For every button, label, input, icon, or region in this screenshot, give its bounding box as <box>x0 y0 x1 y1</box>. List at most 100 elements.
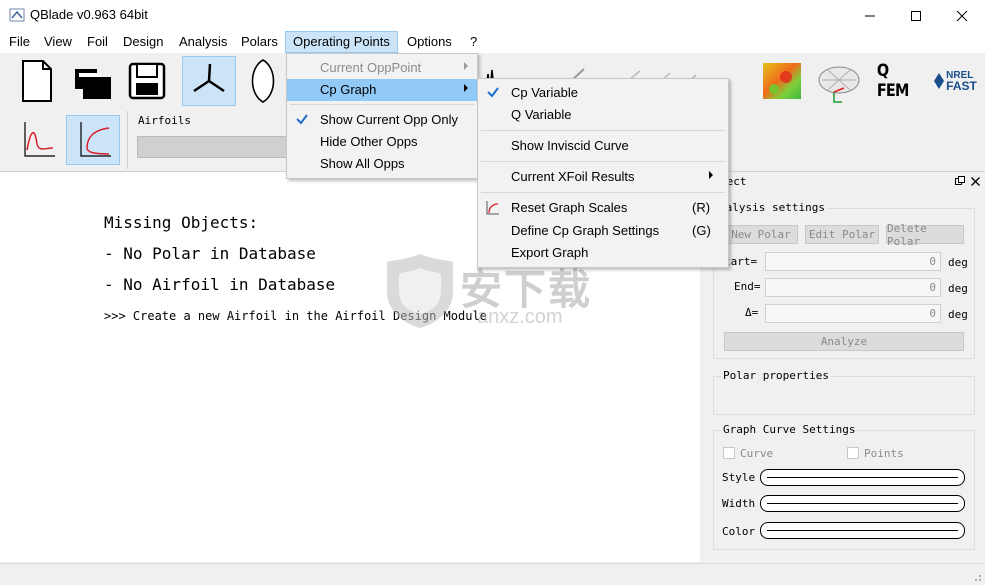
qfem-label: Q FEM <box>876 61 909 101</box>
style-selector[interactable] <box>760 469 965 486</box>
menu-cp-graph[interactable]: Cp Graph <box>287 79 477 101</box>
close-icon <box>956 10 968 21</box>
submenu-arrow-icon <box>464 84 468 92</box>
save-project-button[interactable] <box>122 56 172 106</box>
airfoil-shape-icon <box>251 59 275 103</box>
delta-label: Δ= <box>745 306 759 319</box>
width-label: Width <box>722 497 756 510</box>
curve-checkbox[interactable] <box>723 447 735 459</box>
minimize-icon <box>865 15 875 16</box>
menu-separator <box>481 161 725 162</box>
color-label: Color <box>722 525 756 538</box>
menu-show-inviscid-curve[interactable]: Show Inviscid Curve <box>478 135 728 157</box>
delta-alpha-field[interactable]: 0 <box>765 304 941 323</box>
wireframe-blade-icon <box>818 66 860 103</box>
heatmap-toolbar-button[interactable] <box>758 56 806 106</box>
analysis-dock: rect nalysis settings New Polar Edit Pol… <box>705 172 985 564</box>
menu-separator <box>481 192 725 193</box>
polar-properties-title: Polar properties <box>721 369 831 382</box>
new-project-button[interactable] <box>12 56 62 106</box>
reset-scales-icon <box>486 201 499 215</box>
wind-turbine-icon <box>193 63 225 93</box>
menu-cp-variable[interactable]: Cp Variable <box>478 82 728 104</box>
polar-view-button[interactable] <box>12 115 62 165</box>
status-bar <box>0 563 985 585</box>
points-checkbox[interactable] <box>847 447 859 459</box>
menu-analysis[interactable]: Analysis <box>179 34 227 49</box>
menu-define-cp-graph-settings[interactable]: Define Cp Graph Settings (G) <box>478 220 728 242</box>
resize-grip-icon[interactable] <box>970 570 982 582</box>
menu-help[interactable]: ? <box>470 34 477 49</box>
watermark-domain: anxz.com <box>477 306 563 328</box>
close-button[interactable] <box>939 0 985 31</box>
menu-current-opppoint[interactable]: Current OppPoint <box>287 57 477 79</box>
submenu-arrow-icon <box>464 62 468 70</box>
missing-polar-line: - No Polar in Database <box>104 244 316 263</box>
maximize-button[interactable] <box>893 0 939 31</box>
dock-header: rect <box>705 172 985 190</box>
menu-foil[interactable]: Foil <box>87 34 108 49</box>
graph-curve-settings-title: Graph Curve Settings <box>721 423 858 436</box>
missing-objects-title: Missing Objects: <box>104 213 259 232</box>
menu-polars[interactable]: Polars <box>241 34 278 49</box>
width-selector[interactable] <box>760 495 965 512</box>
new-polar-button[interactable]: New Polar <box>724 225 798 244</box>
minimize-button[interactable] <box>847 0 893 31</box>
mesh-toolbar-button[interactable] <box>812 56 866 106</box>
curve-label: Curve <box>740 447 774 460</box>
checkmark-icon <box>296 114 308 125</box>
menu-design[interactable]: Design <box>123 34 163 49</box>
heatmap-icon <box>763 63 801 99</box>
menu-show-current-opp-only[interactable]: Show Current Opp Only <box>287 109 477 131</box>
cp-graph-icon <box>80 122 111 157</box>
title-bar: QBlade v0.963 64bit <box>0 0 985 31</box>
save-icon <box>128 62 166 100</box>
menu-view[interactable]: View <box>44 34 72 49</box>
airfoil-module-button[interactable] <box>238 56 288 106</box>
menu-export-graph[interactable]: Export Graph <box>478 242 728 264</box>
open-folder-icon <box>75 69 111 99</box>
nrel-logo-icon <box>934 73 945 89</box>
menu-separator <box>290 104 474 105</box>
airfoil-selector[interactable] <box>137 136 289 158</box>
qfem-button[interactable]: Q FEM <box>873 56 925 106</box>
define-shortcut: (G) <box>692 223 711 238</box>
close-dock-icon[interactable] <box>971 177 980 186</box>
cp-graph-submenu: Cp Variable Q Variable Show Inviscid Cur… <box>477 78 729 268</box>
nrel-fast-button[interactable]: NREL FAST <box>928 56 982 106</box>
color-selector[interactable] <box>760 522 965 539</box>
cp-view-button[interactable] <box>66 115 120 165</box>
submenu-arrow-icon <box>709 171 713 179</box>
float-dock-icon[interactable] <box>955 176 965 186</box>
end-unit: deg <box>948 282 968 295</box>
analyze-button[interactable]: Analyze <box>724 332 964 351</box>
menu-options[interactable]: Options <box>407 34 452 49</box>
shield-logo-icon <box>387 254 453 328</box>
edit-polar-button[interactable]: Edit Polar <box>805 225 879 244</box>
window-title: QBlade v0.963 64bit <box>30 7 148 22</box>
menu-current-xfoil-results[interactable]: Current XFoil Results <box>478 166 728 188</box>
turbine-module-button[interactable] <box>182 56 236 106</box>
menu-hide-other-opps[interactable]: Hide Other Opps <box>287 131 477 153</box>
menu-file[interactable]: File <box>9 34 30 49</box>
open-project-button[interactable] <box>68 56 118 106</box>
toolbar-divider <box>127 111 128 169</box>
points-label: Points <box>864 447 904 460</box>
start-alpha-field[interactable]: 0 <box>765 252 941 271</box>
menu-q-variable[interactable]: Q Variable <box>478 104 728 126</box>
delete-polar-button[interactable]: Delete Polar <box>886 222 964 248</box>
airfoils-label: Airfoils <box>138 114 191 127</box>
menu-separator <box>481 130 725 131</box>
analysis-settings-title: nalysis settings <box>717 201 827 214</box>
missing-airfoil-line: - No Airfoil in Database <box>104 275 336 294</box>
maximize-icon <box>911 10 921 21</box>
menu-show-all-opps[interactable]: Show All Opps <box>287 153 477 175</box>
menu-reset-graph-scales[interactable]: Reset Graph Scales (R) <box>478 197 728 219</box>
delta-unit: deg <box>948 308 968 321</box>
fast-label: FAST <box>946 79 977 93</box>
end-alpha-field[interactable]: 0 <box>765 278 941 297</box>
opp-graph-icon <box>24 122 55 157</box>
menu-operating-points[interactable]: Operating Points <box>293 34 390 49</box>
start-unit: deg <box>948 256 968 269</box>
reset-shortcut: (R) <box>692 200 711 215</box>
